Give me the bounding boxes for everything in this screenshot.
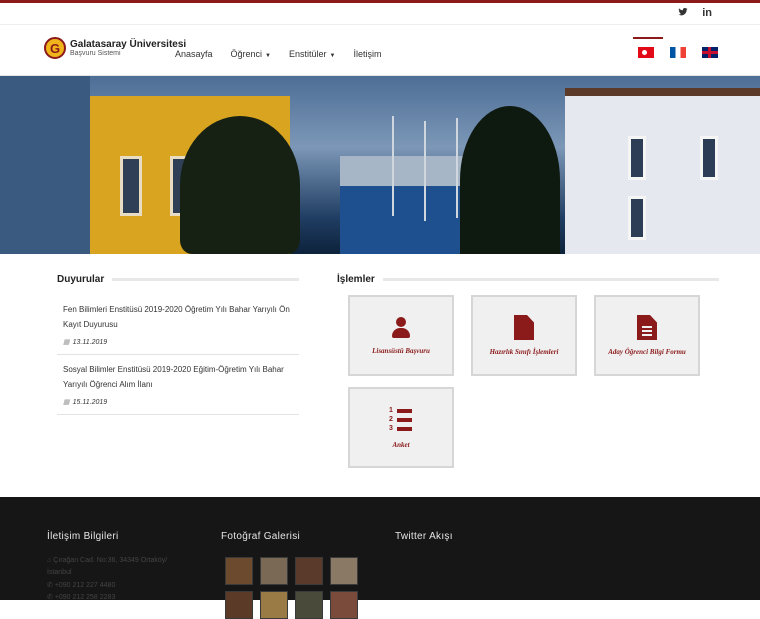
flag-fr-icon[interactable] (670, 47, 686, 58)
phone-icon: ✆ (47, 582, 55, 589)
tile-graduate-application[interactable]: Lisansüstü Başvuru (348, 295, 454, 376)
file-text-icon (637, 315, 657, 340)
flag-tr-icon[interactable] (638, 47, 654, 58)
list-item[interactable]: Fen Bilimleri Enstitüsü 2019-2020 Öğreti… (57, 295, 299, 355)
hero-window (628, 196, 646, 240)
menu-label: Anasayfa (175, 49, 213, 59)
gallery-thumb[interactable] (260, 591, 288, 619)
menu-label: İletişim (353, 49, 382, 59)
main-menu: Anasayfa Öğrenci ▼ Enstitüler ▼ İletişim (175, 49, 382, 59)
list-item[interactable]: Sosyal Bilimler Enstitüsü 2019-2020 Eğit… (57, 355, 299, 415)
hero-flag-pole (424, 121, 426, 221)
social-links: in (678, 7, 712, 20)
ordered-list-icon: 1 2 3 (389, 407, 413, 433)
tile-prep-class[interactable]: Hazırlık Sınıfı İşlemleri (471, 295, 577, 376)
tile-survey[interactable]: 1 2 3 Anket (348, 387, 454, 468)
file-icon (514, 315, 534, 340)
active-language-indicator (633, 37, 663, 39)
announcements-list: Fen Bilimleri Enstitüsü 2019-2020 Öğreti… (57, 295, 299, 415)
hero-flag-pole (392, 116, 394, 216)
footer-phone: ✆ +090 212 227 4480 (47, 581, 115, 589)
caret-down-icon: ▼ (329, 53, 336, 59)
tile-label: Aday Öğrenci Bilgi Formu (608, 348, 686, 356)
flag-gb-icon[interactable] (702, 47, 718, 58)
main-navbar: G Galatasaray Üniversitesi Başvuru Siste… (0, 25, 760, 76)
gallery-thumb[interactable] (225, 557, 253, 585)
announcement-date: ▦ 15.11.2019 (63, 398, 295, 406)
user-icon (391, 316, 411, 339)
gallery-thumb[interactable] (225, 591, 253, 619)
menu-item-institutes[interactable]: Enstitüler ▼ (289, 49, 335, 59)
date-text: 15.11.2019 (72, 399, 108, 406)
site-logo[interactable]: G Galatasaray Üniversitesi Başvuru Siste… (44, 37, 186, 59)
footer-contact-title: İletişim Bilgileri (47, 531, 119, 542)
calendar-icon: ▦ (63, 339, 70, 346)
menu-item-home[interactable]: Anasayfa (175, 49, 213, 59)
gallery-thumb[interactable] (260, 557, 288, 585)
caret-down-icon: ▼ (265, 53, 271, 59)
hero-banner-image (0, 76, 760, 254)
twitter-icon[interactable] (678, 7, 688, 20)
hero-flag-pole (456, 118, 458, 218)
hero-window (628, 136, 646, 180)
hero-window (700, 136, 718, 180)
menu-item-student[interactable]: Öğrenci ▼ (231, 49, 271, 59)
phone-text: +090 212 227 4480 (54, 582, 116, 589)
tile-label: Lisansüstü Başvuru (372, 346, 430, 355)
logo-title: Galatasaray Üniversitesi (70, 39, 187, 50)
tile-label: Hazırlık Sınıfı İşlemleri (489, 348, 559, 356)
gallery-thumb[interactable] (330, 557, 358, 585)
logo-subtitle: Başvuru Sistemi (70, 50, 121, 57)
announcements-title: Duyurular (57, 273, 113, 285)
gallery-thumb[interactable] (295, 591, 323, 619)
address-text: Çırağan Cad. No:36, 34349 Ortaköy/ (53, 557, 168, 564)
footer-address-city: İstanbul (47, 569, 72, 576)
menu-item-contact[interactable]: İletişim (353, 49, 381, 59)
hero-tree (180, 116, 300, 254)
site-footer: İletişim Bilgileri ⌂ Çırağan Cad. No:36,… (0, 497, 760, 619)
date-text: 13.11.2019 (72, 339, 108, 346)
hero-tree (460, 106, 560, 254)
divider (337, 278, 719, 281)
gallery-thumb[interactable] (295, 557, 323, 585)
hero-white-building (565, 96, 760, 254)
footer-gallery-title: Fotoğraf Galerisi (221, 531, 301, 542)
operations-header: İşlemler (337, 273, 719, 285)
calendar-icon: ▦ (63, 399, 70, 406)
tile-candidate-form[interactable]: Aday Öğrenci Bilgi Formu (594, 295, 700, 376)
tile-label: Anket (392, 440, 410, 449)
footer-twitter-title: Twitter Akışı (395, 531, 453, 542)
menu-label: Enstitüler (289, 49, 327, 59)
gallery-thumb[interactable] (330, 591, 358, 619)
announcement-title[interactable]: Sosyal Bilimler Enstitüsü 2019-2020 Eğit… (63, 362, 295, 392)
logo-emblem: G (44, 37, 66, 59)
announcement-date: ▦ 13.11.2019 (63, 338, 295, 346)
menu-label: Öğrenci (230, 49, 263, 59)
announcement-title[interactable]: Fen Bilimleri Enstitüsü 2019-2020 Öğreti… (63, 302, 295, 332)
hero-window (120, 156, 142, 216)
top-bar: in (0, 3, 760, 25)
announcements-header: Duyurular (57, 273, 299, 285)
logo-text: Galatasaray Üniversitesi Başvuru Sistemi (70, 39, 186, 57)
footer-address-line: ⌂ Çırağan Cad. No:36, 34349 Ortaköy/ (47, 557, 167, 564)
operations-title: İşlemler (337, 273, 383, 285)
linkedin-icon[interactable]: in (702, 7, 712, 20)
hero-building-left (0, 76, 90, 254)
language-switcher (638, 47, 718, 58)
